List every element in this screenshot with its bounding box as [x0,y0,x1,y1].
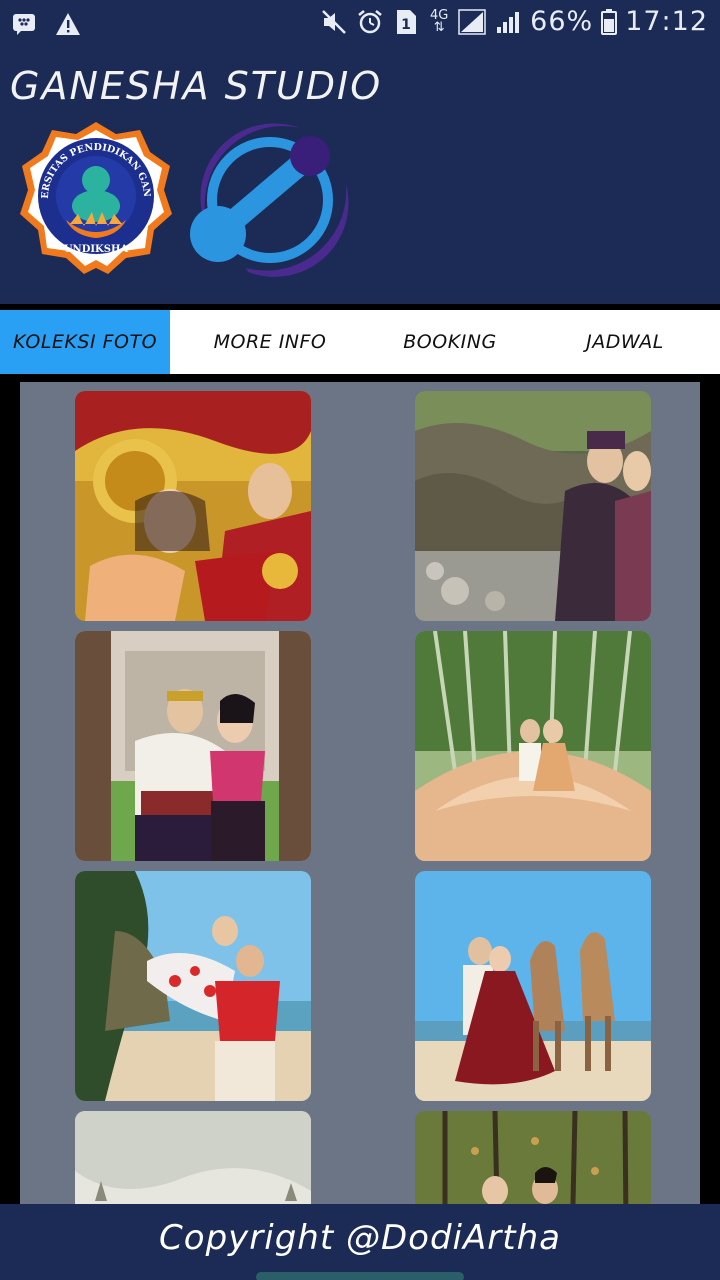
gallery-photo[interactable] [75,871,311,1101]
app-header: GANESHA STUDIO UNIVERSITAS PENDIDIKAN GA… [0,48,720,304]
sim-icon: 1 [392,8,420,36]
copyright-text: Copyright @DodiArtha [159,1218,561,1258]
gallery-photo[interactable] [415,631,651,861]
home-indicator[interactable] [256,1272,464,1280]
battery-percent: 66% [530,6,594,37]
tab-koleksi-foto[interactable]: KOLEKSI FOTO [0,310,170,374]
bbm-icon [10,10,38,38]
gallery-photo[interactable] [415,391,651,621]
network-type: 4G ⇅ [428,8,450,36]
tab-more-info[interactable]: MORE INFO [170,310,370,374]
data-arrows-icon: ⇅ [433,19,445,35]
tab-jadwal[interactable]: JADWAL [530,310,720,374]
signal-icon [458,8,486,36]
mute-icon [320,8,348,36]
clock: 17:12 [625,6,708,37]
svg-text:UNDIKSHA: UNDIKSHA [64,244,129,255]
alarm-icon [356,8,384,36]
gallery-photo[interactable] [415,871,651,1101]
battery-icon [601,8,618,36]
gallery-frame [0,374,720,1204]
photo-gallery[interactable] [20,382,700,1204]
warning-icon [54,10,82,38]
gallery-photo[interactable] [75,1111,311,1204]
status-bar: 1 4G ⇅ 66% 17:12 [0,0,720,48]
app-screen: 1 4G ⇅ 66% 17:12 GANESHA STUDIO ERSITAS … [0,0,720,1280]
app-logo [188,122,352,278]
undiksha-logo: UNIVERSITAS PENDIDIKAN GANESHA UNDIKSHA [13,112,174,276]
app-title: GANESHA STUDIO [10,64,383,108]
gallery-photo[interactable] [75,391,311,621]
footer: Copyright @DodiArtha [0,1204,720,1280]
gallery-photo[interactable] [75,631,311,861]
gallery-photo[interactable] [415,1111,651,1204]
tab-bar: KOLEKSI FOTO MORE INFO BOOKING JADWAL [0,310,720,374]
signal-icon-2 [494,8,522,36]
tab-booking[interactable]: BOOKING [370,310,530,374]
svg-text:1: 1 [401,17,411,33]
